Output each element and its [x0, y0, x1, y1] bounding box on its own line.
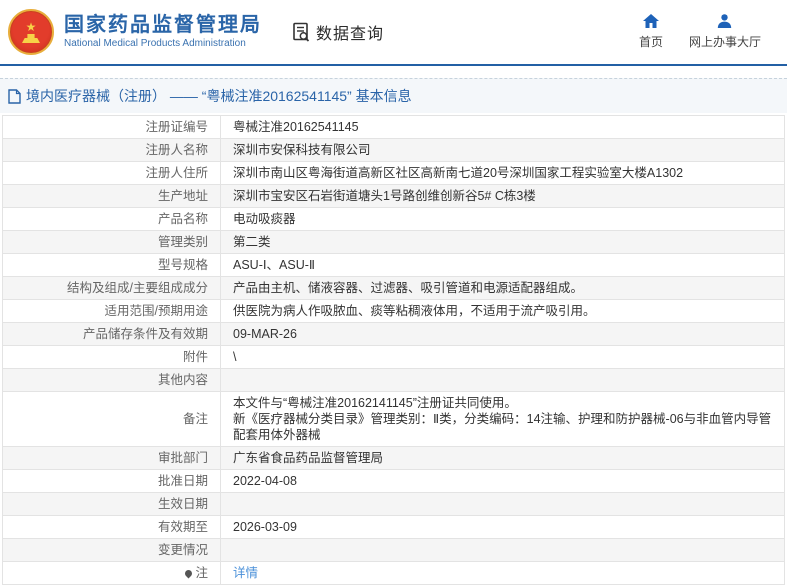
table-row: 注册证编号粤械注准20162541145: [3, 116, 785, 139]
row-label: 生产地址: [3, 185, 221, 208]
row-label: 注: [3, 562, 221, 585]
row-value: \: [221, 346, 785, 369]
data-query-label: 数据查询: [316, 20, 384, 44]
row-value: 2026-03-09: [221, 516, 785, 539]
page-title-bar: 境内医疗器械（注册） —— “粤械注准20162541145” 基本信息: [0, 78, 787, 113]
page-title: 境内医疗器械（注册） —— “粤械注准20162541145” 基本信息: [26, 86, 412, 106]
row-value: [221, 493, 785, 516]
row-value: 详情: [221, 562, 785, 585]
row-label: 审批部门: [3, 447, 221, 470]
row-value: 深圳市南山区粤海街道高新区社区高新南七道20号深圳国家工程实验室大楼A1302: [221, 162, 785, 185]
row-value: 本文件与“粤械注准20162141145”注册证共同使用。新《医疗器械分类目录》…: [221, 392, 785, 447]
row-value: 第二类: [221, 231, 785, 254]
row-label: 注册证编号: [3, 116, 221, 139]
row-value: 深圳市宝安区石岩街道塘头1号路创维创新谷5# C栋3楼: [221, 185, 785, 208]
table-row: 适用范围/预期用途供医院为病人作吸脓血、痰等粘稠液体用，不适用于流产吸引用。: [3, 300, 785, 323]
table-row: 变更情况: [3, 539, 785, 562]
row-label: 管理类别: [3, 231, 221, 254]
row-value: 粤械注准20162541145: [221, 116, 785, 139]
nav-item-service-hall[interactable]: 网上办事大厅: [689, 14, 761, 50]
note-pin-icon: [184, 569, 194, 579]
table-row: 审批部门广东省食品药品监督管理局: [3, 447, 785, 470]
row-label: 附件: [3, 346, 221, 369]
table-row: 注详情: [3, 562, 785, 585]
nav-label-service-hall: 网上办事大厅: [689, 33, 761, 50]
table-row: 产品储存条件及有效期09-MAR-26: [3, 323, 785, 346]
nav-label-home: 首页: [639, 33, 663, 50]
remark-line: 本文件与“粤械注准20162141145”注册证共同使用。: [233, 395, 772, 411]
row-value: ASU-Ⅰ、ASU-Ⅱ: [221, 254, 785, 277]
row-value: 09-MAR-26: [221, 323, 785, 346]
row-value: 电动吸痰器: [221, 208, 785, 231]
table-row: 备注本文件与“粤械注准20162141145”注册证共同使用。新《医疗器械分类目…: [3, 392, 785, 447]
org-title-block: 国家药品监督管理局 National Medical Products Admi…: [64, 13, 262, 51]
row-label: 变更情况: [3, 539, 221, 562]
table-row: 有效期至2026-03-09: [3, 516, 785, 539]
national-emblem-logo: ★: [8, 9, 54, 55]
row-value: [221, 369, 785, 392]
table-row: 结构及组成/主要组成成分产品由主机、储液容器、过滤器、吸引管道和电源适配器组成。: [3, 277, 785, 300]
table-row: 批准日期2022-04-08: [3, 470, 785, 493]
info-table-body: 注册证编号粤械注准20162541145注册人名称深圳市安保科技有限公司注册人住…: [3, 116, 785, 585]
table-row: 生产地址深圳市宝安区石岩街道塘头1号路创维创新谷5# C栋3楼: [3, 185, 785, 208]
row-value: 产品由主机、储液容器、过滤器、吸引管道和电源适配器组成。: [221, 277, 785, 300]
org-name-cn: 国家药品监督管理局: [64, 13, 262, 37]
org-name-en: National Medical Products Administration: [64, 37, 262, 51]
row-label: 批准日期: [3, 470, 221, 493]
home-icon: [643, 14, 659, 33]
row-label: 结构及组成/主要组成成分: [3, 277, 221, 300]
nav-item-home[interactable]: 首页: [639, 14, 663, 50]
table-row: 管理类别第二类: [3, 231, 785, 254]
table-row: 其他内容: [3, 369, 785, 392]
row-label: 产品名称: [3, 208, 221, 231]
table-row: 生效日期: [3, 493, 785, 516]
row-value: 2022-04-08: [221, 470, 785, 493]
document-search-icon: [290, 21, 312, 43]
row-label: 适用范围/预期用途: [3, 300, 221, 323]
site-header: ★ 国家药品监督管理局 National Medical Products Ad…: [0, 0, 787, 66]
top-nav: 首页 网上办事大厅: [639, 14, 775, 50]
row-label: 生效日期: [3, 493, 221, 516]
table-row: 型号规格ASU-Ⅰ、ASU-Ⅱ: [3, 254, 785, 277]
document-icon: [8, 89, 21, 104]
row-label: 注册人名称: [3, 139, 221, 162]
row-label: 型号规格: [3, 254, 221, 277]
emblem-gate-icon: [22, 34, 40, 43]
data-query-section[interactable]: 数据查询: [290, 20, 384, 44]
table-row: 注册人住所深圳市南山区粤海街道高新区社区高新南七道20号深圳国家工程实验室大楼A…: [3, 162, 785, 185]
row-label: 产品储存条件及有效期: [3, 323, 221, 346]
table-row: 附件\: [3, 346, 785, 369]
detail-link[interactable]: 详情: [233, 566, 258, 580]
row-label: 其他内容: [3, 369, 221, 392]
row-value: 深圳市安保科技有限公司: [221, 139, 785, 162]
remark-line: 新《医疗器械分类目录》管理类别：Ⅱ类，分类编码：14注输、护理和防护器械-06与…: [233, 411, 772, 443]
user-icon: [717, 14, 732, 33]
row-label: 有效期至: [3, 516, 221, 539]
row-value: [221, 539, 785, 562]
row-label: 注册人住所: [3, 162, 221, 185]
table-row: 注册人名称深圳市安保科技有限公司: [3, 139, 785, 162]
row-label: 备注: [3, 392, 221, 447]
device-info-table: 注册证编号粤械注准20162541145注册人名称深圳市安保科技有限公司注册人住…: [2, 115, 785, 585]
emblem-star-icon: ★: [26, 21, 37, 33]
row-value: 供医院为病人作吸脓血、痰等粘稠液体用，不适用于流产吸引用。: [221, 300, 785, 323]
table-row: 产品名称电动吸痰器: [3, 208, 785, 231]
row-value: 广东省食品药品监督管理局: [221, 447, 785, 470]
